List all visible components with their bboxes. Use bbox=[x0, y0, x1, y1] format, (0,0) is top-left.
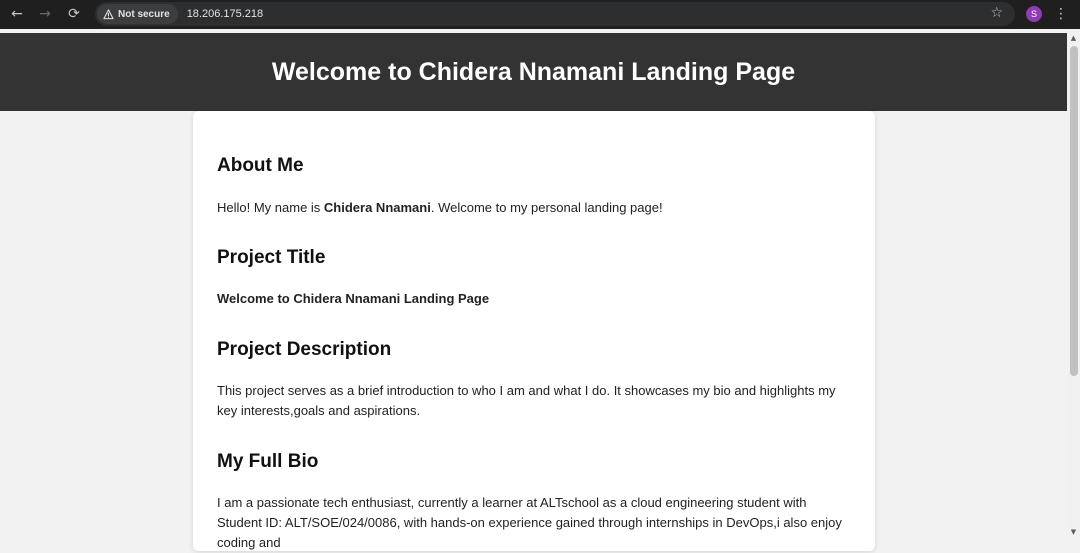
project-title-value: Welcome to Chidera Nnamani Landing Page bbox=[217, 291, 490, 306]
about-name: Chidera Nnamani bbox=[323, 200, 431, 215]
about-text-end: . Welcome to my personal landing page! bbox=[430, 200, 663, 215]
menu-kebab-icon[interactable]: ⋮ bbox=[1054, 5, 1068, 23]
url-text[interactable]: 18.206.175.218 bbox=[187, 8, 263, 20]
bookmark-star-icon[interactable]: ☆ bbox=[990, 5, 1003, 21]
about-text: Hello! My name is Chidera Nnamani. Welco… bbox=[217, 198, 849, 218]
browser-toolbar: ← → ⟳ Not secure 18.206.175.218 ☆ S ⋮ bbox=[0, 0, 1080, 29]
bio-heading: My Full Bio bbox=[217, 451, 319, 472]
content-card: About Me Hello! My name is Chidera Nnama… bbox=[193, 111, 875, 551]
scroll-down-arrow-icon[interactable]: ▼ bbox=[1067, 525, 1080, 538]
bio-text: I am a passionate tech enthusiast, curre… bbox=[217, 495, 842, 550]
project-description-text: This project serves as a brief introduct… bbox=[217, 383, 836, 418]
project-title-heading: Project Title bbox=[217, 247, 326, 268]
about-text-intro: Hello! My name is bbox=[217, 200, 324, 215]
scroll-up-arrow-icon[interactable]: ▲ bbox=[1067, 31, 1080, 44]
warning-icon bbox=[103, 8, 114, 19]
page-title: Welcome to Chidera Nnamani Landing Page bbox=[271, 57, 796, 86]
forward-icon[interactable]: → bbox=[31, 0, 59, 28]
page-header: Welcome to Chidera Nnamani Landing Page bbox=[0, 33, 1067, 111]
back-icon[interactable]: ← bbox=[3, 0, 31, 28]
project-description-heading: Project Description bbox=[217, 339, 392, 360]
address-bar[interactable]: Not secure 18.206.175.218 ☆ bbox=[95, 2, 1015, 26]
security-label: Not secure bbox=[118, 8, 170, 20]
profile-avatar[interactable]: S bbox=[1026, 6, 1042, 22]
page-scrollbar[interactable]: ▲ ▼ bbox=[1067, 29, 1080, 538]
reload-icon[interactable]: ⟳ bbox=[60, 0, 88, 28]
about-heading: About Me bbox=[217, 155, 304, 176]
scroll-thumb[interactable] bbox=[1070, 46, 1078, 376]
security-chip[interactable]: Not secure bbox=[97, 4, 178, 24]
